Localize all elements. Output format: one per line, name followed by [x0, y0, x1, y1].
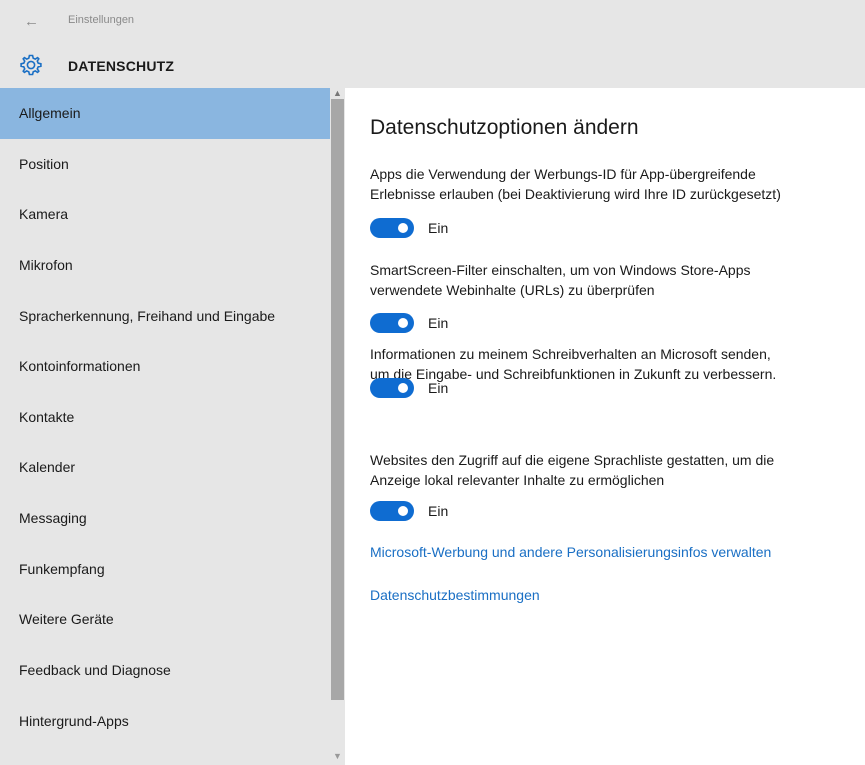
back-arrow-icon[interactable]: ← — [24, 13, 42, 31]
toggle-knob — [398, 223, 408, 233]
typing-info-toggle-label: Ein — [428, 380, 449, 396]
option-text-line: Websites den Zugriff auf die eigene Spra… — [370, 452, 775, 468]
sidebar-item-kontoinformationen[interactable]: Kontoinformationen — [0, 341, 330, 392]
sidebar-item-mikrofon[interactable]: Mikrofon — [0, 240, 330, 291]
option-text-line: verwendete Webinhalte (URLs) zu überprüf… — [370, 282, 655, 298]
page-title: Datenschutzoptionen ändern — [370, 116, 639, 139]
option-language-list-text: Websites den Zugriff auf die eigene Spra… — [370, 450, 850, 490]
language-list-toggle[interactable] — [370, 501, 414, 521]
sidebar-item-allgemein[interactable]: Allgemein — [0, 88, 330, 139]
option-advertising-id-text: Apps die Verwendung der Werbungs-ID für … — [370, 164, 850, 204]
advertising-settings-link[interactable]: Microsoft-Werbung und andere Personalisi… — [370, 542, 771, 562]
gear-icon — [20, 54, 42, 76]
sidebar-item-funkempfang[interactable]: Funkempfang — [0, 544, 330, 595]
scroll-up-icon[interactable]: ▲ — [332, 88, 343, 99]
toggle-knob — [398, 318, 408, 328]
window-title: Einstellungen — [68, 14, 135, 26]
advertising-id-toggle-label: Ein — [428, 220, 449, 236]
smartscreen-toggle[interactable] — [370, 313, 414, 333]
smartscreen-toggle-label: Ein — [428, 315, 449, 331]
option-text-line: Erlebnisse erlauben (bei Deaktivierung w… — [370, 186, 781, 202]
toggle-knob — [398, 506, 408, 516]
sidebar-item-messaging[interactable]: Messaging — [0, 493, 330, 544]
option-smartscreen-text: SmartScreen-Filter einschalten, um von W… — [370, 260, 850, 300]
privacy-statement-link[interactable]: Datenschutzbestimmungen — [370, 585, 540, 605]
language-list-toggle-label: Ein — [428, 503, 449, 519]
option-text-line: Informationen zu meinem Schreibverhalten… — [370, 346, 771, 362]
toggle-knob — [398, 383, 408, 393]
title-bar: ← Einstellungen — [0, 0, 865, 44]
sidebar-item-spracherkennung[interactable]: Spracherkennung, Freihand und Eingabe — [0, 291, 330, 342]
sidebar-item-feedback-diagnose[interactable]: Feedback und Diagnose — [0, 645, 330, 696]
sidebar-item-kamera[interactable]: Kamera — [0, 189, 330, 240]
option-text-line: Apps die Verwendung der Werbungs-ID für … — [370, 166, 756, 182]
scroll-thumb[interactable] — [331, 99, 344, 700]
scroll-down-icon[interactable]: ▼ — [332, 751, 343, 762]
typing-info-toggle[interactable] — [370, 378, 414, 398]
option-text-line: SmartScreen-Filter einschalten, um von W… — [370, 262, 751, 278]
sidebar-scrollbar[interactable]: ▲ ▼ — [330, 88, 345, 765]
section-header: DATENSCHUTZ — [0, 44, 865, 88]
sidebar-item-kalender[interactable]: Kalender — [0, 442, 330, 493]
main-content: Datenschutzoptionen ändern Apps die Verw… — [345, 88, 865, 765]
sidebar: Allgemein Position Kamera Mikrofon Sprac… — [0, 88, 345, 765]
option-text-line: Anzeige lokal relevanter Inhalte zu ermö… — [370, 472, 665, 488]
advertising-id-toggle[interactable] — [370, 218, 414, 238]
sidebar-item-kontakte[interactable]: Kontakte — [0, 392, 330, 443]
sidebar-item-hintergrund-apps[interactable]: Hintergrund-Apps — [0, 696, 330, 747]
sidebar-item-position[interactable]: Position — [0, 139, 330, 190]
sidebar-item-weitere-geraete[interactable]: Weitere Geräte — [0, 594, 330, 645]
section-title: DATENSCHUTZ — [68, 58, 175, 74]
